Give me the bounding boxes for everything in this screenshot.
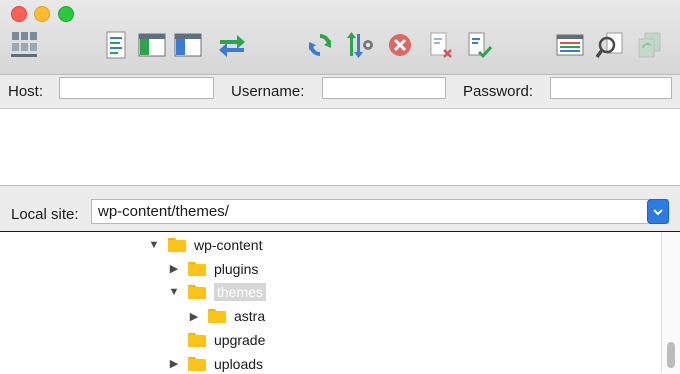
username-input[interactable] [322, 77, 446, 99]
tree-row-upgrade[interactable]: upgrade [168, 330, 265, 350]
folder-icon [188, 261, 206, 276]
process-queue-icon [347, 32, 373, 58]
password-label: Password: [463, 83, 534, 100]
refresh-button[interactable] [304, 29, 336, 61]
folder-icon [208, 309, 226, 324]
transfer-queue-icon [219, 35, 245, 57]
site-manager-icon [11, 32, 37, 57]
remote-tree-icon [174, 33, 202, 57]
sync-browsing-icon [638, 32, 661, 58]
folder-icon [188, 356, 206, 371]
zoom-window-button[interactable] [58, 6, 74, 22]
disconnect-button[interactable] [424, 29, 456, 61]
tree-scrollbar-thumb[interactable] [667, 342, 675, 368]
folder-icon [188, 332, 206, 347]
local-site-path-value[interactable]: wp-content/themes/ [98, 203, 229, 220]
disconnect-icon [430, 32, 452, 58]
expanded-arrow-icon[interactable]: ▼ [148, 239, 160, 251]
chevron-down-icon [653, 208, 663, 215]
directory-filters-button[interactable] [554, 29, 586, 61]
sync-browsing-button[interactable] [634, 29, 666, 61]
message-log-pane[interactable] [0, 109, 680, 186]
search-files-button[interactable] [594, 29, 626, 61]
local-tree-button[interactable] [136, 29, 168, 61]
site-manager-button[interactable] [8, 29, 40, 61]
collapsed-arrow-icon[interactable]: ▶ [168, 262, 180, 275]
collapsed-arrow-icon[interactable]: ▶ [168, 357, 180, 370]
expanded-arrow-icon[interactable]: ▼ [168, 286, 180, 298]
host-label: Host: [8, 83, 44, 100]
local-directory-tree[interactable]: ▼ wp-content ▶ plugins ▼ themes ▶ astra upgrade ▶… [0, 231, 680, 374]
username-label: Username: [231, 83, 305, 100]
quickconnect-bar: Host: Username: Password: [0, 75, 680, 109]
tree-item-label[interactable]: astra [234, 308, 265, 324]
cancel-icon [389, 34, 411, 56]
tree-row-plugins[interactable]: ▶ plugins [168, 259, 259, 279]
refresh-icon [309, 34, 331, 56]
window-toolbar [0, 0, 680, 75]
password-input[interactable] [550, 77, 672, 99]
remote-tree-button[interactable] [172, 29, 204, 61]
tree-row-astra[interactable]: ▶ astra [188, 306, 265, 326]
minimize-window-button[interactable] [34, 6, 50, 22]
host-input[interactable] [59, 77, 214, 99]
message-log-button[interactable] [100, 29, 132, 61]
folder-icon [188, 285, 206, 300]
local-tree-icon [138, 33, 166, 57]
tree-row-uploads[interactable]: ▶ uploads [168, 354, 263, 374]
close-window-button[interactable] [11, 6, 27, 22]
collapsed-arrow-icon[interactable]: ▶ [188, 310, 200, 323]
tree-item-label[interactable]: themes [214, 283, 266, 302]
tree-row-themes[interactable]: ▼ themes [168, 282, 266, 302]
tree-item-label[interactable]: wp-content [194, 237, 262, 253]
tree-item-label[interactable]: upgrade [214, 332, 265, 348]
reconnect-icon [468, 32, 493, 59]
local-site-path-combo[interactable]: wp-content/themes/ [91, 199, 669, 224]
message-log-icon [106, 31, 126, 59]
local-site-dropdown-button[interactable] [647, 199, 669, 224]
search-files-icon [595, 32, 623, 59]
process-queue-button[interactable] [344, 29, 376, 61]
tree-item-label[interactable]: plugins [214, 261, 258, 277]
reconnect-button[interactable] [462, 29, 494, 61]
tree-row-wp-content[interactable]: ▼ wp-content [148, 235, 263, 255]
cancel-button[interactable] [384, 29, 416, 61]
tree-scrollbar[interactable] [661, 232, 680, 373]
directory-filters-icon [556, 34, 584, 56]
transfer-queue-button[interactable] [216, 29, 248, 61]
tree-item-label[interactable]: uploads [214, 356, 263, 372]
folder-icon [168, 238, 186, 252]
local-site-label: Local site: [11, 206, 79, 223]
